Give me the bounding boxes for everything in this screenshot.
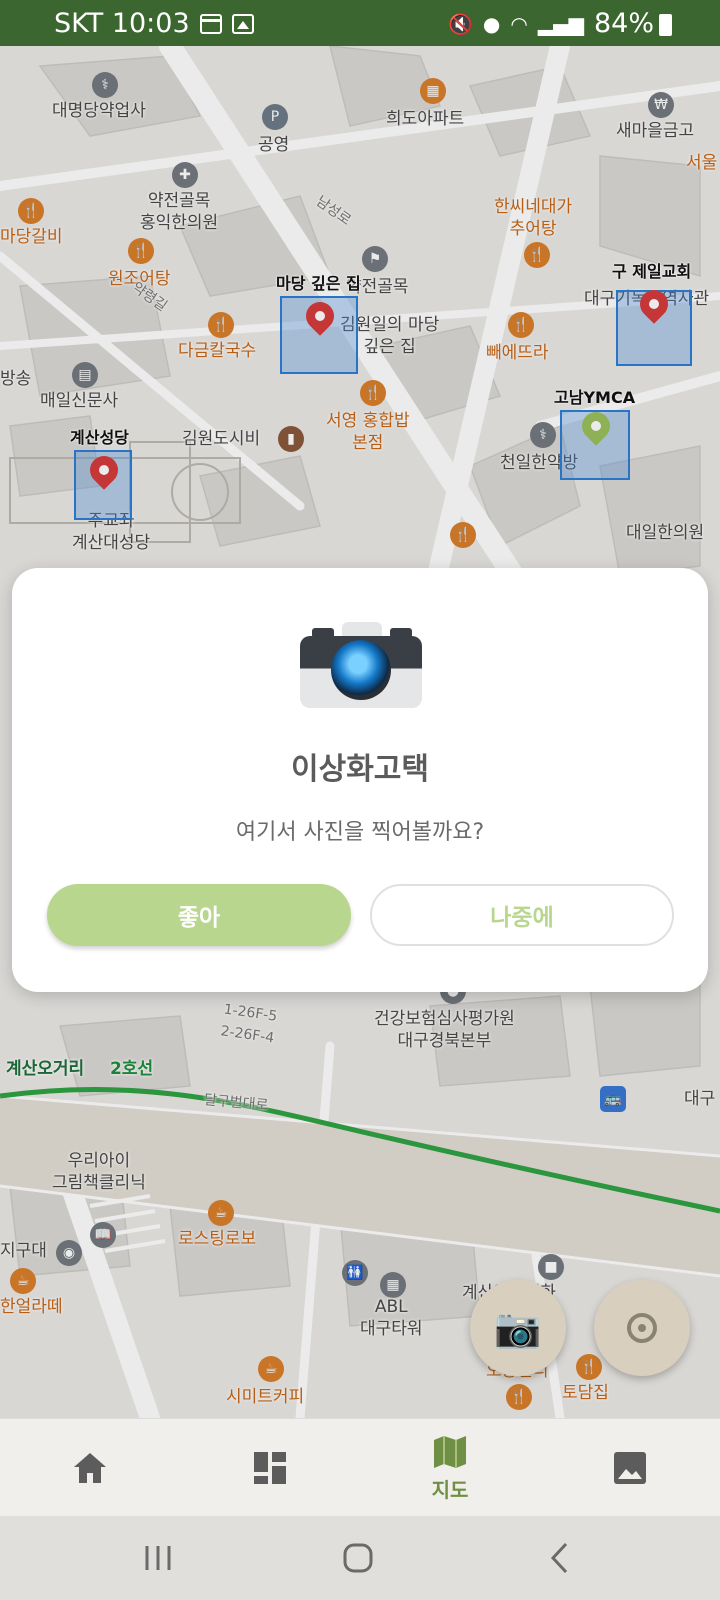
confirm-button[interactable]: 좋아 [47, 884, 351, 946]
mute-icon: 🔇 [448, 11, 473, 36]
recents-icon [145, 1546, 171, 1570]
recents-button[interactable] [128, 1536, 188, 1580]
nav-dashboard[interactable] [180, 1419, 360, 1517]
home-system-button[interactable] [328, 1536, 388, 1580]
carrier-time: SKT 10:03 [54, 8, 190, 39]
camera-flash [390, 628, 412, 638]
location-icon: ● [482, 11, 501, 36]
battery-icon [659, 14, 672, 36]
status-left: SKT 10:03 [54, 8, 254, 39]
camera-fab[interactable]: 📷 [470, 1280, 566, 1376]
home-icon [74, 1453, 106, 1483]
dialog-message: 여기서 사진을 찍어볼까요? [235, 820, 485, 845]
dashboard-icon [254, 1452, 286, 1484]
system-nav-bar [0, 1516, 720, 1600]
camera-button [312, 628, 334, 638]
battery-percent: 84% [593, 8, 654, 39]
home-circle-icon [343, 1543, 373, 1573]
wifi-icon: ◠ [510, 11, 528, 36]
bottom-nav: 지도 [0, 1418, 720, 1516]
status-bar: SKT 10:03 🔇 ● ◠ ▂▄▆ 84% [0, 0, 720, 46]
nav-map[interactable]: 지도 [360, 1419, 540, 1517]
camera-icon: 📷 [494, 1305, 542, 1350]
photo-icon [614, 1452, 646, 1484]
photo-prompt-dialog: 이상화고택 여기서 사진을 찍어볼까요? 좋아 나중에 [12, 568, 708, 992]
nav-photo[interactable] [540, 1419, 720, 1517]
nav-home[interactable] [0, 1419, 180, 1517]
image-icon [231, 13, 254, 34]
nav-map-label: 지도 [431, 1477, 469, 1502]
dialog-title: 이상화고택 [291, 752, 429, 787]
signal-icon: ▂▄▆ [537, 11, 584, 36]
my-location-icon [627, 1313, 657, 1343]
status-right: 🔇 ● ◠ ▂▄▆ 84% [448, 8, 654, 39]
camera-icon [300, 616, 422, 712]
map-icon [434, 1435, 466, 1468]
back-button[interactable] [530, 1536, 590, 1580]
calendar-icon [199, 13, 222, 34]
camera-lens [331, 640, 391, 700]
locate-fab[interactable] [594, 1280, 690, 1376]
later-button[interactable]: 나중에 [370, 884, 674, 946]
back-icon [550, 1542, 568, 1574]
